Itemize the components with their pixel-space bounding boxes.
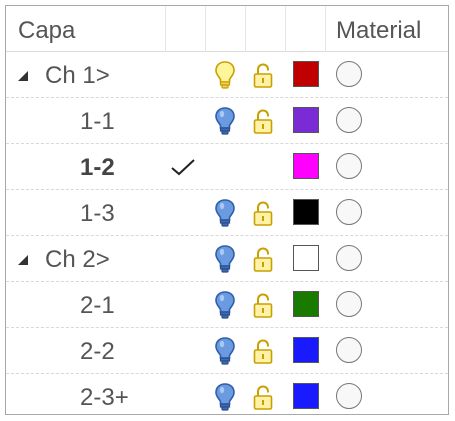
layer-row[interactable]: Ch 1> xyxy=(6,52,448,98)
header-layer-cell[interactable]: Capa xyxy=(6,6,166,52)
material-circle-icon[interactable] xyxy=(336,245,362,271)
layer-name[interactable]: 2-2 xyxy=(80,338,115,366)
layer-name[interactable]: 2-1 xyxy=(80,292,115,320)
layer-color-swatch[interactable] xyxy=(293,337,319,363)
layers-header: Capa Material xyxy=(6,6,448,52)
layer-row[interactable]: 1-2 xyxy=(6,144,448,190)
header-visible-cell[interactable] xyxy=(206,6,246,52)
checkmark-icon[interactable] xyxy=(170,157,196,182)
layer-row[interactable]: 1-1 xyxy=(6,98,448,144)
layer-color-swatch[interactable] xyxy=(293,291,319,317)
unlocked-padlock-icon[interactable] xyxy=(252,201,274,232)
layer-color-swatch[interactable] xyxy=(293,153,319,179)
material-circle-icon[interactable] xyxy=(336,383,362,409)
layers-panel: Capa Material Ch 1> 1-1 1-2 1-3 Ch 2> 2-1 2-2 2… xyxy=(5,5,449,415)
unlocked-padlock-icon[interactable] xyxy=(252,385,274,414)
lightbulb-icon[interactable] xyxy=(214,290,236,325)
material-circle-icon[interactable] xyxy=(336,153,362,179)
layer-color-swatch[interactable] xyxy=(293,383,319,409)
lightbulb-icon[interactable] xyxy=(214,382,236,414)
material-circle-icon[interactable] xyxy=(336,107,362,133)
layer-name[interactable]: 1-3 xyxy=(80,200,115,228)
layer-name[interactable]: 2-3+ xyxy=(80,384,129,412)
expanded-triangle-icon[interactable] xyxy=(18,255,28,265)
layer-name[interactable]: Ch 2> xyxy=(45,246,110,274)
material-circle-icon[interactable] xyxy=(336,291,362,317)
header-layer-label: Capa xyxy=(18,17,76,44)
layer-name[interactable]: 1-2 xyxy=(80,154,115,182)
unlocked-padlock-icon[interactable] xyxy=(252,63,274,94)
layer-color-swatch[interactable] xyxy=(293,107,319,133)
header-current-cell[interactable] xyxy=(166,6,206,52)
layer-color-swatch[interactable] xyxy=(293,199,319,225)
header-lock-cell[interactable] xyxy=(246,6,286,52)
layer-name[interactable]: 1-1 xyxy=(80,108,115,136)
unlocked-padlock-icon[interactable] xyxy=(252,339,274,370)
layer-row[interactable]: Ch 2> xyxy=(6,236,448,282)
layer-name[interactable]: Ch 1> xyxy=(45,62,110,90)
material-circle-icon[interactable] xyxy=(336,61,362,87)
lightbulb-icon[interactable] xyxy=(214,198,236,233)
layer-color-swatch[interactable] xyxy=(293,61,319,87)
layer-row[interactable]: 2-3+ xyxy=(6,374,448,414)
unlocked-padlock-icon[interactable] xyxy=(252,293,274,324)
layer-row[interactable]: 2-1 xyxy=(6,282,448,328)
header-material-cell[interactable]: Material xyxy=(326,6,448,52)
header-material-label: Material xyxy=(336,17,422,44)
header-color-cell[interactable] xyxy=(286,6,326,52)
layer-color-swatch[interactable] xyxy=(293,245,319,271)
lightbulb-icon[interactable] xyxy=(214,244,236,279)
lightbulb-icon[interactable] xyxy=(214,336,236,371)
layer-row[interactable]: 2-2 xyxy=(6,328,448,374)
unlocked-padlock-icon[interactable] xyxy=(252,247,274,278)
material-circle-icon[interactable] xyxy=(336,199,362,225)
material-circle-icon[interactable] xyxy=(336,337,362,363)
unlocked-padlock-icon[interactable] xyxy=(252,109,274,140)
lightbulb-on-icon[interactable] xyxy=(214,60,236,95)
expanded-triangle-icon[interactable] xyxy=(18,71,28,81)
lightbulb-icon[interactable] xyxy=(214,106,236,141)
layer-row[interactable]: 1-3 xyxy=(6,190,448,236)
